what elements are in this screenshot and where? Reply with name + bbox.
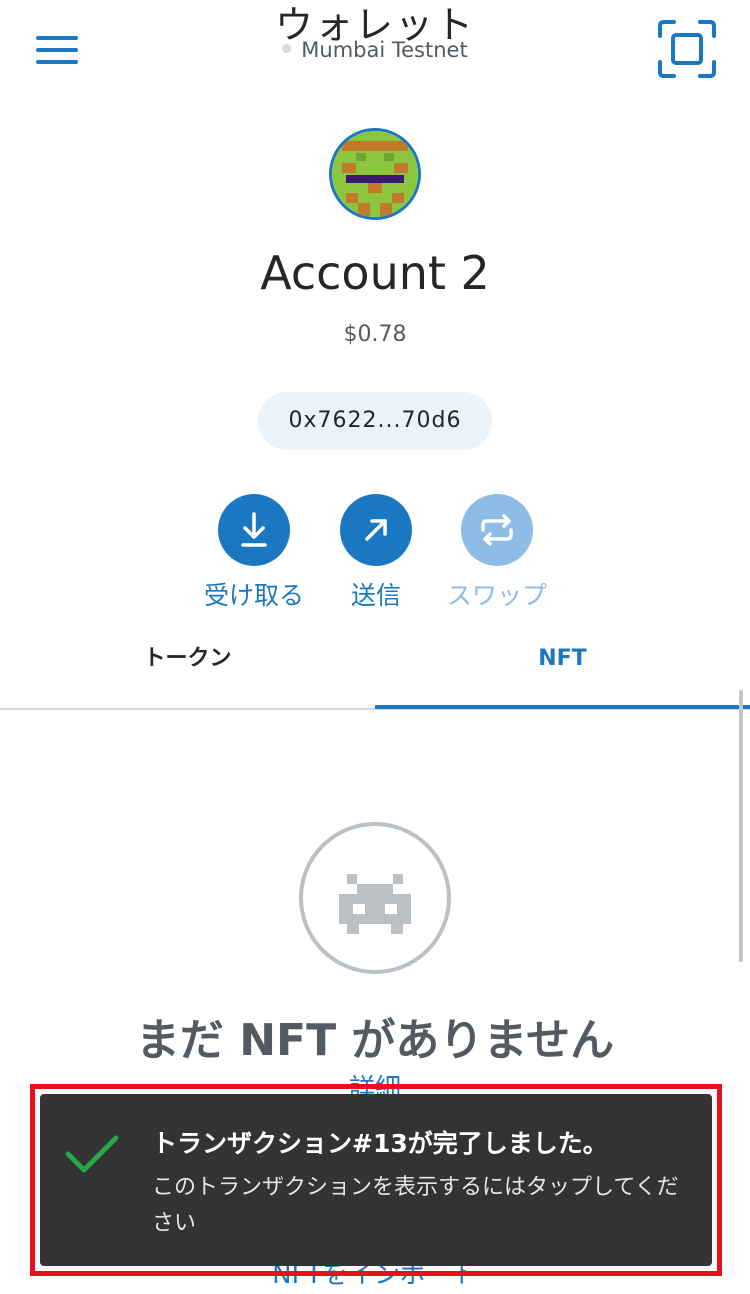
account-address-button[interactable]: 0x7622...70d6: [258, 392, 492, 450]
account-balance: $0.78: [343, 322, 407, 347]
arrow-up-right-icon: [365, 519, 387, 541]
account-avatar[interactable]: [329, 128, 421, 220]
swap-arrows-icon: [481, 514, 513, 546]
receive-button[interactable]: [218, 494, 290, 566]
send-button[interactable]: [340, 494, 412, 566]
highlight-outline: [30, 1084, 722, 1276]
account-name[interactable]: Account 2: [0, 246, 750, 300]
qr-scan-icon[interactable]: [656, 18, 718, 80]
network-indicator[interactable]: Mumbai Testnet: [0, 38, 750, 62]
network-name: Mumbai Testnet: [301, 38, 468, 62]
network-status-dot: [282, 44, 292, 53]
scrollbar[interactable]: [739, 690, 743, 962]
tab-nft[interactable]: NFT: [375, 640, 750, 708]
swap-label[interactable]: スワップ: [412, 576, 582, 612]
tab-active-indicator: [375, 705, 750, 709]
nft-placeholder-icon: [299, 822, 451, 974]
download-icon: [241, 512, 267, 547]
swap-button[interactable]: [461, 494, 533, 566]
tab-tokens[interactable]: トークン: [0, 640, 375, 708]
empty-nft-title: まだ NFT がありません: [135, 1015, 615, 1066]
